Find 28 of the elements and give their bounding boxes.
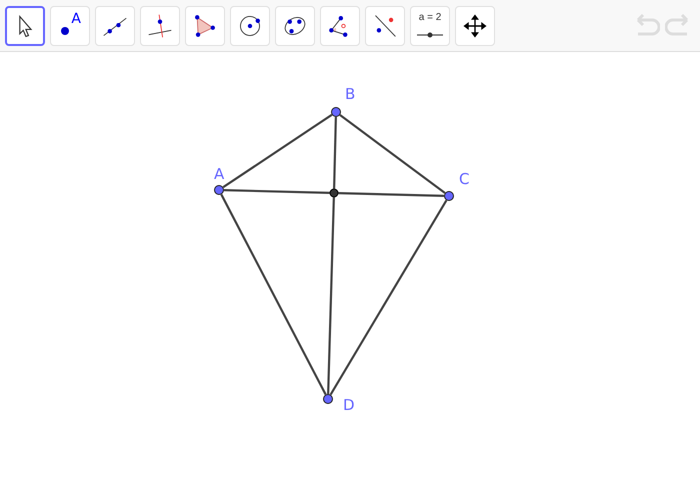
point[interactable] [331, 107, 341, 117]
tool-button[interactable]: A [50, 6, 90, 46]
point[interactable] [323, 394, 333, 404]
point-label: B [345, 85, 356, 103]
tool-button[interactable]: a = 2 [410, 6, 450, 46]
intersection-point[interactable] [330, 188, 338, 198]
point-label: A [71, 12, 81, 26]
point-icon [61, 26, 69, 34]
slider-label: a = 2 [418, 12, 442, 22]
segment[interactable] [330, 200, 448, 396]
segment[interactable] [338, 192, 444, 197]
segment[interactable] [222, 114, 332, 188]
point-label: A [214, 165, 224, 183]
slider-icon [416, 30, 444, 38]
segment[interactable] [220, 194, 327, 396]
point[interactable] [214, 185, 224, 195]
segment[interactable] [339, 114, 446, 194]
point-label: C [459, 170, 470, 188]
point[interactable] [444, 191, 454, 201]
segment[interactable] [327, 197, 335, 394]
graphics-view[interactable]: A B C D [0, 52, 700, 500]
tool-button[interactable] [5, 6, 45, 46]
segment[interactable] [333, 116, 337, 189]
triangle-icon [192, 12, 218, 38]
segment[interactable] [224, 189, 330, 194]
move-arrows-icon [462, 12, 488, 38]
perpendicular-line-icon [147, 12, 173, 38]
point-label: D [343, 396, 355, 414]
